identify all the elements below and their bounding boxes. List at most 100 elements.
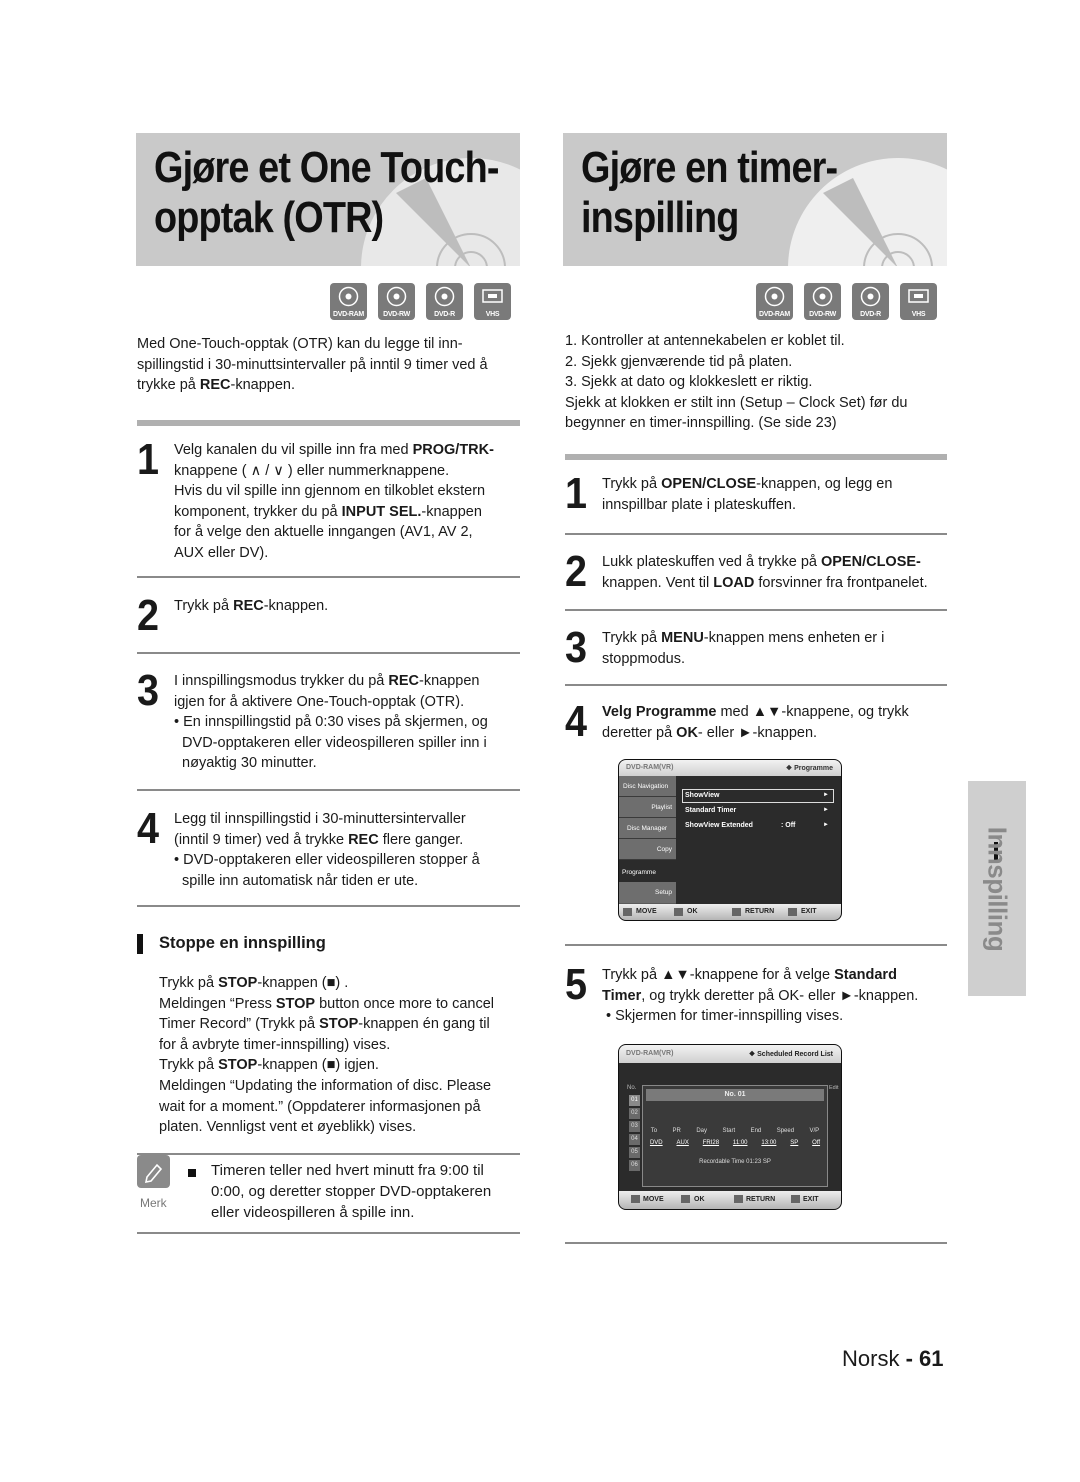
osd-menu-item[interactable]: ShowView Extended bbox=[685, 822, 753, 829]
section-divider bbox=[137, 420, 520, 426]
side-tab-label: Innspilling bbox=[982, 826, 1013, 951]
osd-footer-move: MOVE bbox=[636, 908, 657, 915]
field-value-start[interactable]: 11:00 bbox=[733, 1140, 748, 1146]
text: -knappen, og legg en bbox=[756, 476, 893, 492]
step-line: Timer, og trykk deretter på OK- eller ►-… bbox=[602, 986, 952, 1007]
section-divider bbox=[565, 454, 947, 460]
text: I innspillingsmodus trykker du på bbox=[174, 673, 389, 689]
divider bbox=[137, 652, 520, 654]
step-line: innspillbar plate i plateskuffen. bbox=[602, 496, 796, 513]
field-label: To bbox=[650, 1128, 658, 1134]
bold-text: Velg Programme bbox=[602, 704, 717, 720]
dvd-rw-badge: DVD-RW bbox=[804, 283, 841, 320]
osd-scheduled-record-list: DVD-RAM(VR) ❖ Scheduled Record List No. … bbox=[618, 1044, 842, 1210]
language-label: Norsk bbox=[842, 1346, 900, 1371]
osd-row-number[interactable]: 05 bbox=[629, 1147, 640, 1158]
step-line: I innspillingsmodus trykker du på REC-kn… bbox=[174, 671, 524, 692]
osd-sidebar-item-active[interactable]: Programme bbox=[619, 860, 676, 882]
bold-text: PROG/TRK- bbox=[412, 442, 494, 458]
text: -knappen bbox=[419, 673, 480, 689]
title-line: Gjøre en timer- bbox=[581, 143, 838, 192]
bold-text: REC bbox=[233, 598, 264, 614]
step-number: 2 bbox=[137, 591, 160, 640]
osd-row-number[interactable]: 04 bbox=[629, 1134, 640, 1145]
text: -knappen. bbox=[263, 598, 329, 614]
osd-row-list: 01 02 03 04 05 06 bbox=[629, 1095, 640, 1171]
osd-header: DVD-RAM(VR) ❖ Programme bbox=[619, 760, 841, 776]
osd-sidebar: Disc Navigation Playlist Disc Manager Co… bbox=[619, 776, 676, 904]
osd-programme-menu: DVD-RAM(VR) ❖ Programme Disc Navigation … bbox=[618, 759, 842, 921]
divider bbox=[565, 1242, 947, 1244]
badge-label: DVD-RAM bbox=[759, 311, 790, 318]
disc-icon bbox=[764, 286, 785, 307]
field-value-to[interactable]: DVD bbox=[650, 1140, 663, 1146]
step-text: Trykk på OPEN/CLOSE-knappen, og legg en … bbox=[602, 474, 952, 515]
disc-icon bbox=[860, 286, 881, 307]
text: button once more to cancel bbox=[315, 995, 495, 1012]
divider bbox=[137, 1232, 520, 1234]
note-line: Timeren teller ned hvert minutt fra 9:00… bbox=[211, 1162, 484, 1179]
stop-section-body: Trykk på STOP-knappen (■) . Meldingen “P… bbox=[159, 973, 524, 1138]
step-line: igjen for å aktivere One-Touch-opptak (O… bbox=[174, 693, 465, 710]
step-text: I innspillingsmodus trykker du på REC-kn… bbox=[174, 671, 524, 774]
osd-row-number[interactable]: 03 bbox=[629, 1121, 640, 1132]
osd-sidebar-item[interactable]: Setup bbox=[619, 882, 676, 903]
osd-row-number[interactable]: 06 bbox=[629, 1160, 640, 1171]
field-value-vp[interactable]: Off bbox=[812, 1140, 820, 1146]
text: (inntil 9 timer) ved å trykke bbox=[174, 831, 349, 848]
osd-footer-ok: OK bbox=[694, 1196, 705, 1203]
bullet-line: • Skjermen for timer-innspilling vises. bbox=[606, 1008, 844, 1025]
divider bbox=[565, 944, 947, 946]
field-value-day[interactable]: FRI28 bbox=[703, 1140, 719, 1146]
bullet-line: spille inn automatisk når tiden er ute. bbox=[174, 872, 419, 889]
osd-sidebar-item[interactable]: Copy bbox=[619, 839, 676, 860]
body-line: platen. Vennligst vent et øyeblikk) vise… bbox=[159, 1119, 417, 1136]
text: knappen. Vent til bbox=[602, 574, 714, 591]
bullet-line: • En innspillingstid på 0:30 vises på sk… bbox=[174, 714, 488, 731]
osd-menu-item[interactable]: Standard Timer bbox=[685, 807, 736, 814]
osd-sidebar-item[interactable]: Disc Manager bbox=[619, 818, 676, 839]
cassette-icon bbox=[482, 289, 503, 303]
step-line: knappen. Vent til LOAD forsvinner fra fr… bbox=[602, 573, 952, 594]
arrow-right-icon: ► bbox=[823, 792, 829, 798]
divider bbox=[137, 1153, 520, 1155]
field-value-pr[interactable]: AUX bbox=[676, 1140, 688, 1146]
bold-text: STOP bbox=[275, 995, 316, 1012]
arrow-right-icon: ► bbox=[823, 807, 829, 813]
text: , og trykk deretter på OK- eller ►-knapp… bbox=[641, 987, 919, 1004]
right-media-badges: DVD-RAM DVD-RW DVD-R VHS bbox=[756, 283, 937, 320]
bullet-line: • DVD-opptakeren eller videospilleren st… bbox=[174, 852, 480, 869]
page-number: 61 bbox=[919, 1346, 944, 1371]
intro-line: 2. Sjekk gjenværende tid på platen. bbox=[565, 353, 793, 370]
osd-menu-item[interactable]: ShowView bbox=[685, 792, 720, 799]
text: Trykk på ▲▼-knappene for å velge bbox=[602, 967, 835, 983]
field-value-end[interactable]: 13:00 bbox=[761, 1140, 776, 1146]
dvd-r-badge: DVD-R bbox=[426, 283, 463, 320]
text: forsvinner fra frontpanelet. bbox=[754, 574, 928, 591]
step-line: Velg Programme med ▲▼-knappene, og trykk bbox=[602, 702, 952, 723]
step-line: knappene ( ∧ / ∨ ) eller nummerknappene. bbox=[174, 462, 450, 479]
field-value-speed[interactable]: SP bbox=[790, 1140, 798, 1146]
field-label: Day bbox=[696, 1128, 707, 1134]
pencil-icon bbox=[144, 1163, 163, 1184]
disc-icon bbox=[338, 286, 359, 307]
osd-section: ❖ Programme bbox=[785, 765, 833, 772]
badge-label: DVD-RW bbox=[383, 311, 410, 318]
right-intro-paragraph: 1. Kontroller at antennekabelen er koble… bbox=[565, 331, 950, 434]
osd-field-values: DVD AUX FRI28 11:00 13:00 SP Off bbox=[643, 1140, 827, 1146]
exit-icon bbox=[788, 908, 797, 916]
text: -knappen mens enheten er i bbox=[703, 630, 885, 646]
step-number: 3 bbox=[137, 666, 160, 715]
text: med ▲▼-knappene, og trykk bbox=[716, 704, 909, 720]
osd-sidebar-item[interactable]: Disc Navigation bbox=[619, 776, 676, 797]
return-icon bbox=[732, 908, 741, 916]
osd-footer-exit: EXIT bbox=[803, 1196, 819, 1203]
osd-row-number[interactable]: 01 bbox=[629, 1095, 640, 1106]
badge-label: DVD-R bbox=[860, 311, 881, 318]
text: -knappen (■) . bbox=[257, 975, 349, 991]
left-intro-paragraph: Med One-Touch-opptak (OTR) kan du legge … bbox=[137, 334, 522, 396]
left-title-banner: Gjøre et One Touch- opptak (OTR) bbox=[136, 133, 520, 266]
vhs-badge: VHS bbox=[474, 283, 511, 320]
osd-row-number[interactable]: 02 bbox=[629, 1108, 640, 1119]
osd-sidebar-item[interactable]: Playlist bbox=[619, 797, 676, 818]
